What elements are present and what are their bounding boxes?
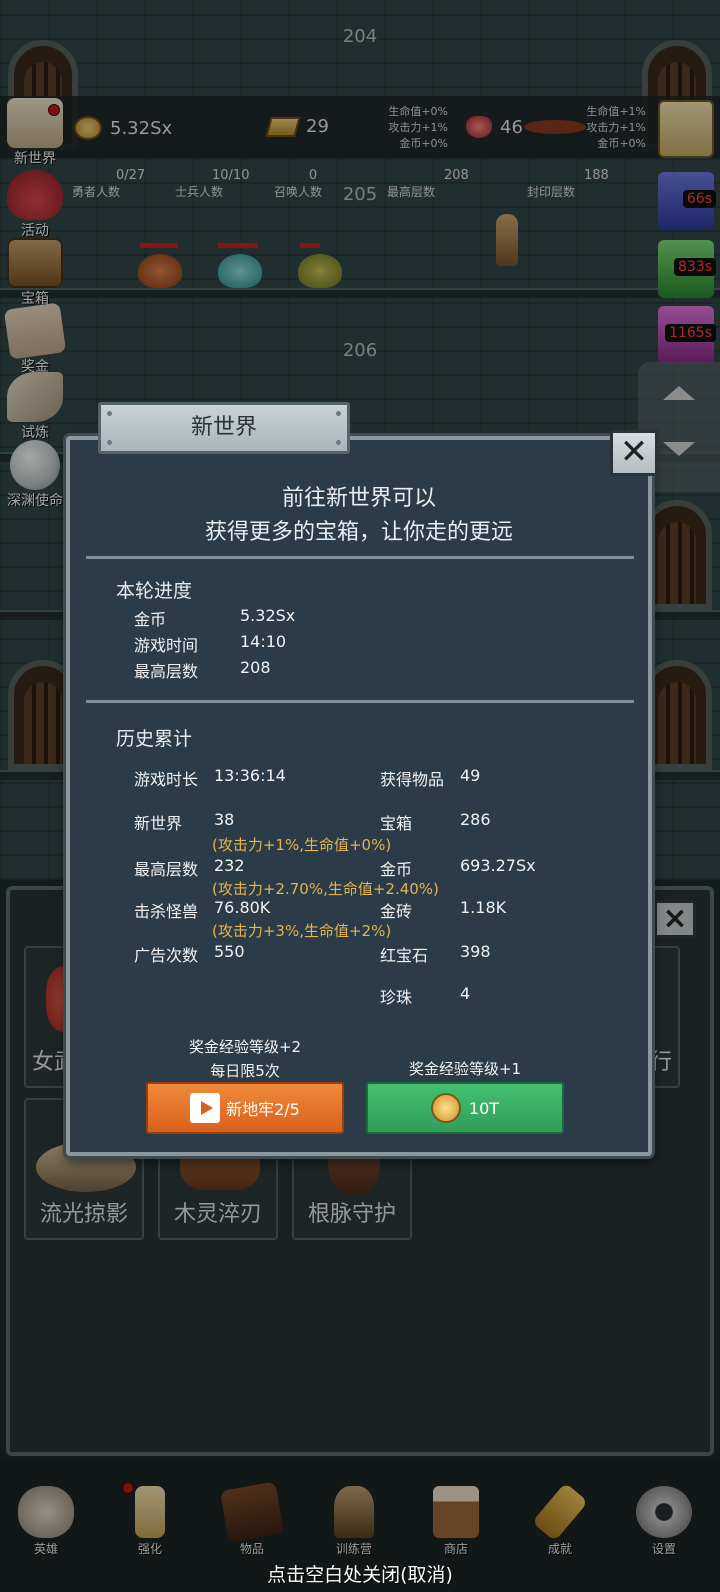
round-label: 游戏时间 bbox=[134, 636, 199, 655]
history-label: 击杀怪兽 bbox=[134, 902, 199, 921]
history-value: 232 bbox=[214, 856, 245, 875]
divider bbox=[86, 556, 634, 559]
round-label: 金币 bbox=[134, 610, 167, 629]
rivet bbox=[336, 411, 341, 416]
video-play-icon bbox=[190, 1093, 221, 1123]
rivet bbox=[107, 411, 112, 416]
history-value: 693.27Sx bbox=[460, 856, 536, 875]
history-label: 最高层数 bbox=[134, 860, 199, 879]
history-value: 398 bbox=[460, 942, 491, 961]
history-label: 金币 bbox=[380, 860, 413, 879]
history-label: 金砖 bbox=[380, 902, 413, 921]
gold-coin-icon bbox=[430, 1093, 461, 1123]
intro-line: 获得更多的宝箱，让你走的更远 bbox=[204, 520, 513, 545]
new-dungeon-ad-button[interactable]: 新地牢2/5 bbox=[146, 1082, 344, 1134]
dialog-title-text: 新世界 bbox=[190, 415, 257, 440]
section-title-history: 历史累计 bbox=[116, 728, 193, 750]
dialog-title: 新世界 bbox=[98, 402, 350, 454]
divider bbox=[86, 700, 634, 703]
history-value: 38 bbox=[214, 810, 235, 829]
rivet bbox=[336, 440, 341, 445]
round-label: 最高层数 bbox=[134, 662, 199, 681]
history-label: 游戏时长 bbox=[134, 770, 199, 789]
ad-button-caption: 奖金经验等级+2 bbox=[188, 1038, 302, 1056]
round-value: 5.32Sx bbox=[240, 606, 296, 625]
history-value: 4 bbox=[460, 984, 471, 1003]
close-hint[interactable]: 点击空白处关闭(取消) bbox=[0, 1560, 720, 1587]
history-bonus-note: (攻击力+1%,生命值+0%) bbox=[212, 836, 392, 854]
history-value: 1.18K bbox=[460, 898, 507, 917]
dialog-close-button[interactable]: ✕ bbox=[610, 430, 658, 476]
history-value: 13:36:14 bbox=[214, 766, 286, 785]
ad-button-limit: 每日限5次 bbox=[210, 1062, 280, 1080]
rivet bbox=[107, 440, 112, 445]
history-label: 广告次数 bbox=[134, 946, 199, 965]
history-label: 珍珠 bbox=[380, 988, 413, 1007]
history-label: 宝箱 bbox=[380, 814, 413, 833]
intro-line: 前往新世界可以 bbox=[281, 486, 436, 511]
round-value: 208 bbox=[240, 658, 271, 677]
history-value: 550 bbox=[214, 942, 245, 961]
history-label: 新世界 bbox=[134, 814, 183, 833]
gold-button-caption: 奖金经验等级+1 bbox=[408, 1060, 522, 1078]
history-bonus-note: (攻击力+3%,生命值+2%) bbox=[212, 922, 392, 940]
new-world-gold-button[interactable]: 10T bbox=[366, 1082, 564, 1134]
history-value: 286 bbox=[460, 810, 491, 829]
history-value: 49 bbox=[460, 766, 481, 785]
history-label: 红宝石 bbox=[380, 946, 429, 965]
new-dungeon-label: 新地牢2/5 bbox=[226, 1100, 300, 1119]
gold-cost-label: 10T bbox=[468, 1098, 500, 1118]
history-value: 76.80K bbox=[214, 898, 271, 917]
history-bonus-note: (攻击力+2.70%,生命值+2.40%) bbox=[212, 880, 439, 898]
section-title-round: 本轮进度 bbox=[116, 580, 193, 602]
round-value: 14:10 bbox=[240, 632, 287, 651]
history-label: 获得物品 bbox=[380, 770, 445, 789]
